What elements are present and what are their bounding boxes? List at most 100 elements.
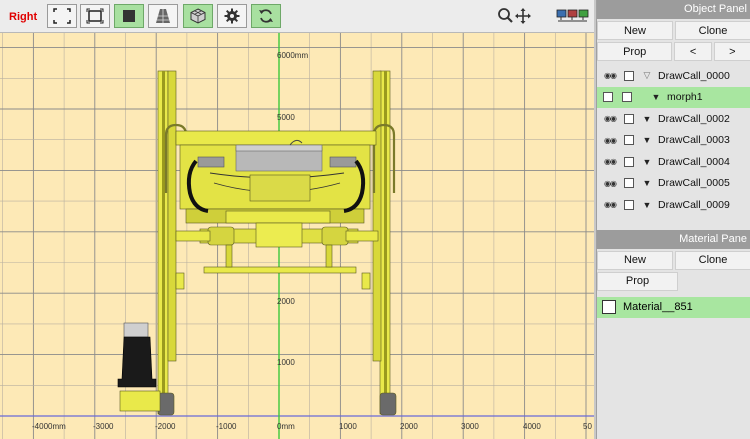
x-tick-label: -4000mm [32,422,66,431]
side-panel: Object Panel New Clone Prop < > ◉◉ ▽ Dra… [596,0,750,439]
object-panel-header: Object Panel [597,0,750,19]
eye-icon[interactable]: ◉◉ [601,136,619,145]
valve-right [329,156,357,168]
perspective-button[interactable] [148,4,178,28]
object-prop-button[interactable]: Prop [597,42,673,61]
material-prop-button[interactable]: Prop [597,271,678,291]
refresh-icon [259,9,273,23]
tree-item[interactable]: ◉◉ ▼ DrawCall_0002 [597,108,750,130]
tree-item-label: DrawCall_0000 [658,69,730,82]
material-new-button[interactable]: New [597,250,673,270]
lock-checkbox[interactable] [624,178,634,189]
frame-icon [86,8,104,24]
lock-checkbox[interactable] [624,113,634,124]
seat-headrest [123,322,149,338]
motor-block-cap [235,144,323,152]
material-item[interactable]: Material__851 [597,296,750,318]
tree-item[interactable]: ◉◉ ▼ DrawCall_0003 [597,130,750,152]
expand-triangle-icon[interactable]: ▼ [641,114,653,124]
object-tree: ◉◉ ▽ DrawCall_0000 ▼ morph1 ◉◉ ▼ DrawCal… [597,65,750,216]
tree-item-label: morph1 [667,91,703,104]
prev-button[interactable]: < [674,42,712,61]
viewport-toolbar: Right [0,0,594,33]
seat-mount [119,390,161,412]
carriage-top-plate [175,130,377,146]
right-mast-shadow [384,71,387,414]
tree-item-label: DrawCall_0005 [658,177,730,190]
seat [117,336,157,388]
3d-model[interactable] [117,70,397,416]
axle-right-hub [321,226,349,246]
settings-button[interactable] [217,4,247,28]
center-panel [249,174,311,202]
material-panel-header: Material Pane [597,229,750,249]
expand-triangle-icon[interactable]: ▼ [641,178,653,188]
lock-checkbox[interactable] [622,92,632,103]
lock-checkbox[interactable] [624,135,634,146]
tree-item[interactable]: ◉◉ ▼ DrawCall_0004 [597,151,750,173]
zoom-pan-icon[interactable] [497,7,533,25]
perspective-icon [156,9,170,23]
eye-icon[interactable]: ◉◉ [601,114,619,123]
x-tick-label: 1000 [339,422,357,431]
expand-triangle-icon[interactable]: ▼ [650,92,662,102]
right-mast-inner [372,70,382,362]
eye-icon[interactable]: ◉◉ [601,179,619,188]
cube-view-button[interactable] [183,4,213,28]
solid-shading-button[interactable] [114,4,144,28]
expand-triangle-icon[interactable]: ▼ [641,157,653,167]
eye-icon[interactable]: ◉◉ [601,157,619,166]
left-mast-inner [167,70,177,362]
y-tick-label: 1000 [277,358,295,367]
y-tick-label: 6000mm [277,51,308,60]
fork-bar [203,266,357,274]
tree-item-label: DrawCall_0009 [658,198,730,211]
x-tick-label: 4000 [523,422,541,431]
lock-checkbox[interactable] [624,199,634,210]
lower-frame-left [175,272,185,290]
x-tick-label: -3000 [93,422,114,431]
tree-item[interactable]: ◉◉ ▽ DrawCall_0000 [597,65,750,87]
3d-viewport[interactable]: -4000mm -3000 -2000 -1000 0mm 1000 2000 … [0,33,594,439]
left-wheel [157,392,175,416]
object-new-button[interactable]: New [597,21,673,40]
x-tick-label: 2000 [400,422,418,431]
lower-frame-right [361,272,371,290]
lock-checkbox[interactable] [624,156,634,167]
x-tick-label: 3000 [461,422,479,431]
fork-right [325,244,333,268]
visibility-checkbox[interactable] [603,92,613,103]
select-box-icon [53,8,71,24]
eye-icon[interactable]: ◉◉ [601,200,619,209]
y-tick-label: 2000 [277,297,295,306]
x-tick-label: 50 [583,422,592,431]
expand-triangle-icon[interactable]: ▼ [641,200,653,210]
material-clone-button[interactable]: Clone [675,250,750,270]
collapse-triangle-icon[interactable]: ▽ [641,70,653,81]
x-tick-label: 0mm [277,422,295,431]
x-tick-label: -1000 [216,422,237,431]
viewport-canvas: -4000mm -3000 -2000 -1000 0mm 1000 2000 … [0,33,594,439]
expand-triangle-icon[interactable]: ▼ [641,135,653,145]
refresh-button[interactable] [251,4,281,28]
tree-item[interactable]: ◉◉ ▼ DrawCall_0005 [597,173,750,195]
eye-icon[interactable]: ◉◉ [601,71,619,80]
right-wheel [379,392,397,416]
axle-center [255,222,303,248]
view-name-label: Right [9,11,38,23]
axle-left-hub [207,226,235,246]
tree-item[interactable]: ▼ morph1 [597,86,750,108]
side-bracket-right [345,230,379,242]
next-button[interactable]: > [713,42,750,61]
left-mast-shadow [162,71,165,414]
tree-item[interactable]: ◉◉ ▼ DrawCall_0009 [597,194,750,216]
frame-button[interactable] [80,4,110,28]
material-item-label: Material__851 [623,301,693,313]
select-box-button[interactable] [47,4,77,28]
multi-view-icon[interactable] [556,9,590,23]
valve-left [197,156,225,168]
material-checkbox[interactable] [602,300,616,314]
object-clone-button[interactable]: Clone [675,21,750,40]
tree-item-label: DrawCall_0002 [658,112,730,125]
lock-checkbox[interactable] [624,70,634,81]
